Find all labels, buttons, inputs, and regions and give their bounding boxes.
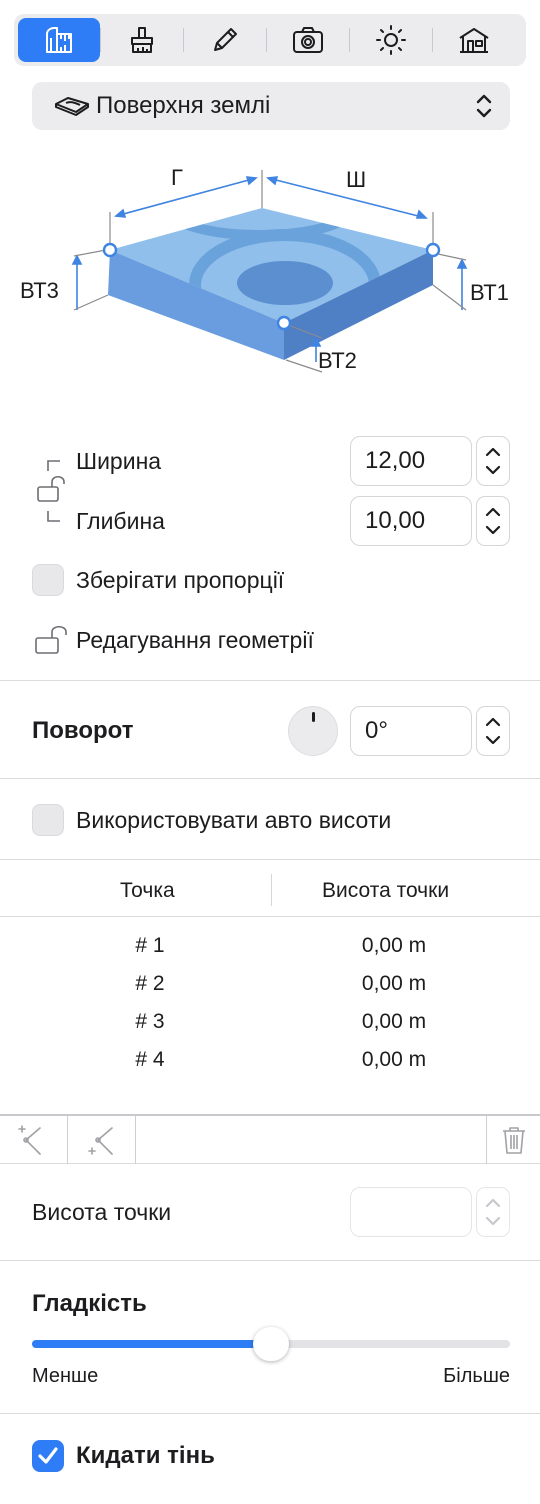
toolbar-separator bbox=[135, 1116, 136, 1164]
point-height-field[interactable] bbox=[350, 1187, 472, 1237]
stepper-arrows-icon bbox=[485, 717, 501, 745]
edit-geometry-label[interactable]: Редагування геометрії bbox=[76, 627, 314, 654]
delete-point-button[interactable] bbox=[487, 1116, 540, 1164]
table-header-divider bbox=[0, 916, 540, 917]
point-height: 0,00 m bbox=[361, 934, 427, 957]
point-height: 0,00 m bbox=[361, 1048, 427, 1071]
rotation-field[interactable]: 0° bbox=[350, 706, 472, 756]
auto-heights-checkbox[interactable] bbox=[32, 804, 64, 836]
lock-link-bracket bbox=[37, 460, 65, 522]
width-stepper[interactable] bbox=[476, 436, 510, 486]
divider bbox=[0, 778, 540, 779]
unlock-icon[interactable] bbox=[34, 624, 70, 656]
keep-proportions-label: Зберігати пропорції bbox=[76, 567, 285, 593]
terrain-icon bbox=[55, 97, 89, 116]
column-separator bbox=[271, 874, 272, 906]
depth-stepper[interactable] bbox=[476, 496, 510, 546]
width-field[interactable]: 12,00 bbox=[350, 436, 472, 486]
smoothness-title: Гладкість bbox=[32, 1290, 147, 1317]
stepper-arrows-icon bbox=[485, 1198, 501, 1226]
points-toolbar bbox=[0, 1114, 540, 1164]
smoothness-slider-thumb[interactable] bbox=[253, 1327, 289, 1361]
smoothness-slider-fill bbox=[32, 1340, 271, 1348]
house-icon bbox=[459, 28, 489, 53]
tab-light[interactable] bbox=[350, 18, 432, 62]
diagram-bt3-label: ВТ3 bbox=[20, 278, 59, 303]
add-point-before-button[interactable] bbox=[0, 1116, 67, 1164]
rotation-stepper[interactable] bbox=[476, 706, 510, 756]
point-id: # 4 bbox=[135, 1048, 165, 1071]
divider bbox=[0, 1260, 540, 1261]
paint-brush-icon bbox=[131, 27, 153, 53]
sun-icon bbox=[376, 25, 406, 55]
surface-type-select[interactable]: Поверхня землі bbox=[32, 82, 510, 130]
add-point-after-button[interactable] bbox=[68, 1116, 135, 1164]
diagram-width-label: Ш bbox=[346, 167, 367, 192]
tab-building[interactable] bbox=[433, 18, 515, 62]
point-id: # 1 bbox=[135, 934, 165, 957]
trash-icon bbox=[502, 1127, 525, 1154]
checkmark-icon bbox=[38, 1447, 58, 1464]
divider bbox=[0, 680, 540, 681]
rotation-dial[interactable] bbox=[288, 706, 338, 756]
tab-texture[interactable] bbox=[101, 18, 183, 62]
point-height-stepper[interactable] bbox=[476, 1187, 510, 1237]
width-label: Ширина bbox=[76, 448, 162, 474]
pencil-icon bbox=[214, 28, 237, 51]
point-height: 0,00 m bbox=[361, 972, 427, 995]
column-header-height[interactable]: Висота точки bbox=[322, 879, 449, 903]
terrain-block-illustration bbox=[71, 170, 468, 373]
tab-camera[interactable] bbox=[267, 18, 349, 62]
inspector-toolbar bbox=[14, 14, 526, 66]
point-height-label: Висота точки bbox=[32, 1199, 172, 1225]
divider bbox=[0, 859, 540, 860]
point-height: 0,00 m bbox=[361, 1010, 427, 1033]
add-point-icon bbox=[87, 1127, 113, 1155]
smoothness-slider[interactable] bbox=[32, 1327, 510, 1361]
add-point-icon bbox=[17, 1125, 41, 1155]
stepper-arrows-icon bbox=[485, 507, 501, 535]
tab-measure[interactable] bbox=[18, 18, 100, 62]
tab-edit[interactable] bbox=[184, 18, 266, 62]
smoothness-max-label: Більше bbox=[443, 1365, 510, 1387]
rotation-dial-indicator bbox=[312, 712, 315, 722]
diagram-bt2-label: ВТ2 bbox=[318, 348, 357, 373]
diagram-depth-label: Г bbox=[171, 165, 183, 190]
column-header-point[interactable]: Точка bbox=[120, 879, 175, 903]
auto-heights-label: Використовувати авто висоти bbox=[76, 807, 392, 833]
diagram-bt1-label: ВТ1 bbox=[470, 280, 509, 305]
point-id: # 2 bbox=[135, 972, 165, 995]
terrain-diagram: Г Ш ВТ3 ВТ1 ВТ2 bbox=[0, 150, 540, 400]
chevron-up-down-icon bbox=[476, 94, 492, 118]
cast-shadow-checkbox[interactable] bbox=[32, 1440, 64, 1472]
rotation-title: Поворот bbox=[32, 717, 134, 744]
ruler-triangle-icon bbox=[46, 27, 72, 53]
camera-icon bbox=[293, 27, 323, 53]
keep-proportions-checkbox[interactable] bbox=[32, 564, 64, 596]
stepper-arrows-icon bbox=[485, 447, 501, 475]
smoothness-min-label: Менше bbox=[32, 1365, 99, 1387]
point-id: # 3 bbox=[135, 1010, 165, 1033]
surface-type-value: Поверхня землі bbox=[96, 92, 271, 119]
depth-field[interactable]: 10,00 bbox=[350, 496, 472, 546]
divider bbox=[0, 1413, 540, 1414]
depth-label: Глибина bbox=[76, 508, 165, 534]
cast-shadow-label: Кидати тінь bbox=[76, 1442, 215, 1469]
